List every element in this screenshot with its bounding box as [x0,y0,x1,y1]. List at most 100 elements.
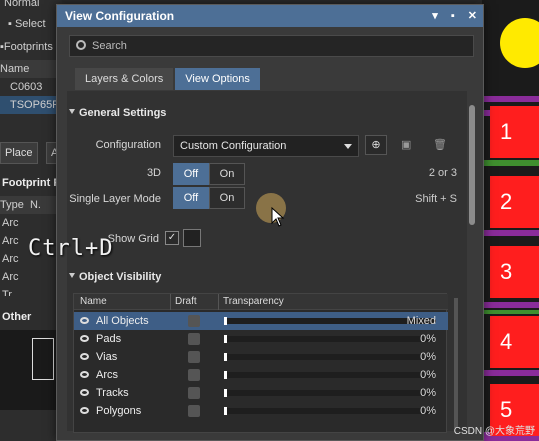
pcb-pad[interactable]: 4 [490,316,539,368]
collapse-icon [69,109,75,114]
pcb-pad[interactable]: 1 [490,106,539,158]
pcb-trace [482,230,539,236]
pcb-trace [482,302,539,308]
configuration-label: Configuration [95,139,161,151]
slider-knob[interactable] [224,317,227,325]
search-icon [76,40,86,50]
type-row[interactable]: Arc [2,214,19,232]
slider-knob[interactable] [224,371,227,379]
add-config-icon: ⊕ [371,139,381,151]
draft-toggle[interactable] [188,351,200,363]
radio-icon: ▪ [8,18,15,30]
row-name: All Objects [96,315,149,327]
row-name: Vias [96,351,118,363]
draft-toggle[interactable] [188,315,200,327]
watermark: CSDN @大象荒野 [453,426,535,437]
slider-knob[interactable] [224,353,227,361]
single-layer-off-button[interactable]: Off [173,187,209,209]
table-scrollbar[interactable] [454,298,458,428]
transparency-slider[interactable] [224,407,436,415]
table-row[interactable]: Tracks 0% [74,384,448,402]
pin-icon[interactable]: ▪ [451,10,455,22]
type-row[interactable]: Arc [2,250,19,268]
column-header-transparency[interactable]: Transparency [218,294,284,310]
threed-shortcut: 2 or 3 [428,167,457,179]
footprints-option[interactable]: ▪Footprints [0,38,53,56]
object-visibility-table: Name Draft Transparency All Objects Mixe… [73,293,458,433]
eye-icon[interactable] [80,407,89,414]
disk-icon[interactable]: ▣ [401,138,411,151]
table-row[interactable]: Arcs 0% [74,366,448,384]
collapse-icon [69,273,75,278]
table-row[interactable]: All Objects Mixed [74,312,448,330]
search-input[interactable]: Search [69,35,474,57]
draft-toggle[interactable] [188,405,200,417]
tab-bar: Layers & Colors View Options [75,68,262,90]
slider-knob[interactable] [224,389,227,397]
transparency-value: 0% [420,405,436,417]
eye-icon[interactable] [80,317,89,324]
type-row[interactable]: Tr... [2,286,21,296]
draft-toggle[interactable] [188,333,200,345]
slider-knob[interactable] [224,407,227,415]
general-settings-heading[interactable]: General Settings [69,107,166,119]
configuration-value: Custom Configuration [180,140,287,152]
transparency-slider[interactable] [224,353,436,361]
eye-icon[interactable] [80,353,89,360]
shortcut-overlay: Ctrl+D [28,236,114,261]
transparency-slider[interactable] [224,389,436,397]
table-row[interactable]: Vias 0% [74,348,448,366]
threed-on-button[interactable]: On [209,163,245,185]
transparency-value: 0% [420,369,436,381]
type-header: Type [0,199,24,211]
tab-layers-colors[interactable]: Layers & Colors [75,68,174,90]
list-item[interactable]: TSOP65P6 [0,96,66,114]
eye-icon[interactable] [80,389,89,396]
mode-label: Normal [4,0,40,9]
single-layer-on-button[interactable]: On [209,187,245,209]
mouse-cursor-icon [271,207,285,227]
pcb-pad[interactable]: 3 [490,246,539,298]
pcb-pad[interactable]: 2 [490,176,539,228]
column-header-name[interactable]: Name [80,294,107,310]
trash-icon[interactable]: 🗑 [433,138,447,151]
draft-toggle[interactable] [188,387,200,399]
object-visibility-heading[interactable]: Object Visibility [69,271,161,283]
transparency-slider[interactable] [224,335,436,343]
footprints-label: Footprints [3,41,53,53]
pcb-trace [482,160,539,166]
configuration-select[interactable]: Custom Configuration [173,135,359,157]
grid-color-swatch[interactable] [183,229,201,247]
table-row[interactable]: Pads 0% [74,330,448,348]
single-layer-shortcut: Shift + S [415,193,457,205]
dialog-titlebar[interactable]: View Configuration ▾ ▪ ✕ [57,5,483,27]
column-header-draft[interactable]: Draft [170,294,197,310]
view-options-content: General Settings Configuration Custom Co… [67,91,467,433]
table-row[interactable]: Polygons 0% [74,402,448,420]
slider-knob[interactable] [224,335,227,343]
dialog-scrollbar[interactable] [469,95,475,415]
list-header-name: Name [0,60,62,78]
transparency-slider[interactable] [224,371,436,379]
close-icon[interactable]: ✕ [468,10,477,22]
dropdown-icon[interactable]: ▾ [432,10,438,22]
transparency-value: Mixed [406,315,436,327]
transparency-slider[interactable] [224,317,436,325]
single-layer-toggle: Off On [173,187,245,209]
eye-icon[interactable] [80,371,89,378]
place-button[interactable]: Place [0,142,38,164]
draft-toggle[interactable] [188,369,200,381]
eye-icon[interactable] [80,335,89,342]
list-item[interactable]: C0603 [10,78,42,96]
tab-view-options[interactable]: View Options [175,68,260,90]
threed-label: 3D [146,167,161,179]
pcb-trace [482,310,539,314]
threed-off-button[interactable]: Off [173,163,209,185]
scrollbar-thumb[interactable] [469,105,475,225]
show-grid-checkbox[interactable]: ✓ [165,231,179,245]
general-settings-label: General Settings [79,107,167,119]
save-configuration-button[interactable]: ⊕ [365,135,387,155]
type-row[interactable]: Arc [2,268,19,286]
type-row[interactable]: Arc [2,232,19,250]
select-option[interactable]: ▪ Select [8,15,46,33]
